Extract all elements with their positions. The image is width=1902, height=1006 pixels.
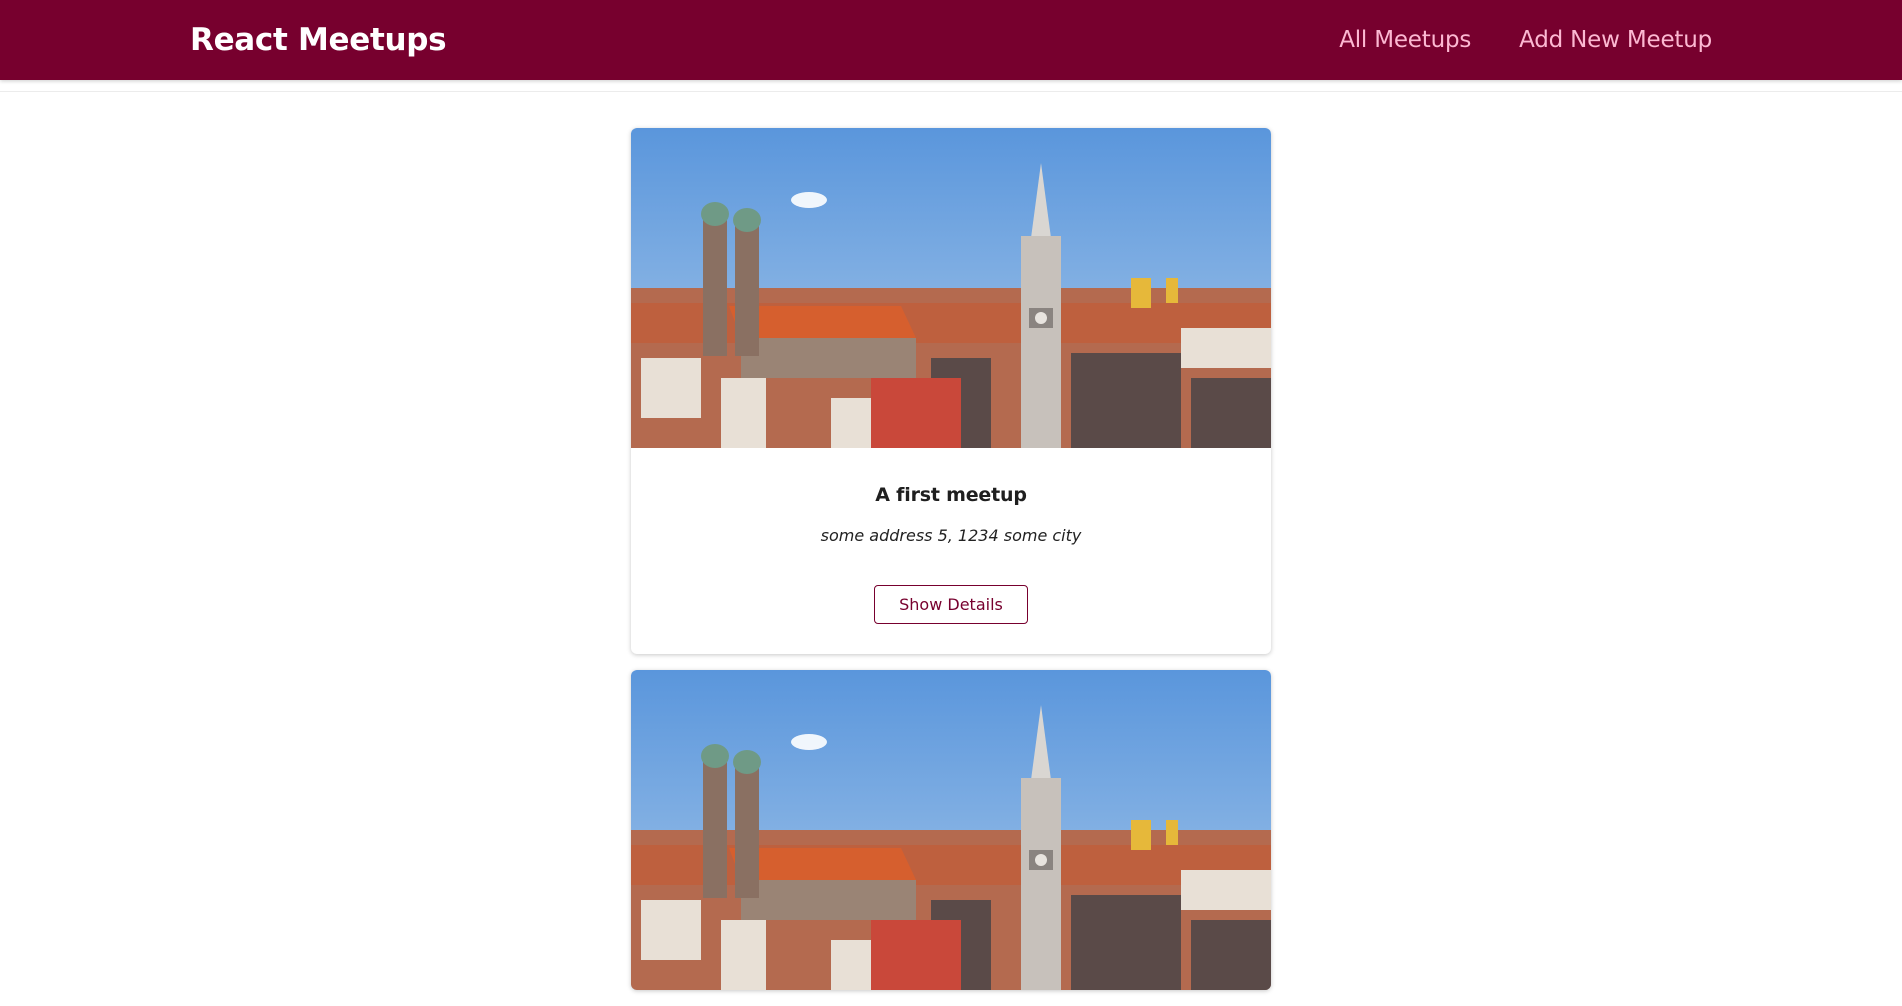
nav-link-all-meetups[interactable]: All Meetups xyxy=(1339,27,1471,53)
meetup-card xyxy=(631,670,1271,990)
meetup-image xyxy=(631,128,1271,448)
site-logo: React Meetups xyxy=(190,22,447,58)
city-skyline-photo-icon xyxy=(631,128,1271,448)
meetup-card: A first meetup some address 5, 1234 some… xyxy=(631,128,1271,654)
meetup-title: A first meetup xyxy=(875,484,1027,506)
meetup-actions: Show Details xyxy=(631,585,1271,624)
main-header: React Meetups All Meetups Add New Meetup xyxy=(0,0,1902,80)
header-divider xyxy=(0,91,1902,92)
meetup-list: A first meetup some address 5, 1234 some… xyxy=(631,128,1271,1006)
meetup-address: some address 5, 1234 some city xyxy=(820,526,1082,545)
nav-link-add-new-meetup[interactable]: Add New Meetup xyxy=(1519,27,1712,53)
meetup-content: A first meetup some address 5, 1234 some… xyxy=(631,448,1271,654)
meetup-image xyxy=(631,670,1271,990)
city-skyline-photo-icon xyxy=(631,670,1271,990)
show-details-button[interactable]: Show Details xyxy=(874,585,1028,624)
main-navigation: All Meetups Add New Meetup xyxy=(1291,0,1712,80)
